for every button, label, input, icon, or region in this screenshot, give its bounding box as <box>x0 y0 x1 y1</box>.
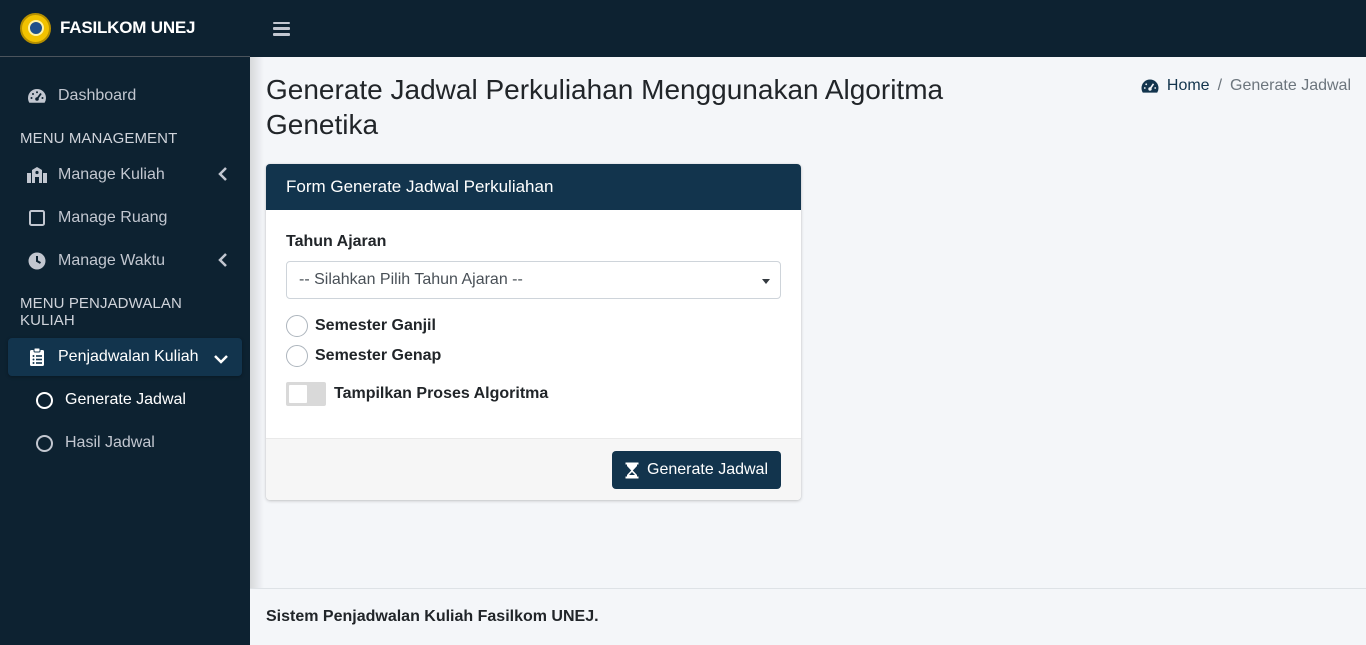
tampilkan-proses-row: Tampilkan Proses Algoritma <box>286 382 781 406</box>
breadcrumb: Home / Generate Jadwal <box>1140 77 1351 95</box>
generate-jadwal-button-label: Generate Jadwal <box>647 461 768 478</box>
hamburger-menu-icon[interactable] <box>273 21 290 36</box>
sidebar-item-dashboard[interactable]: Dashboard <box>8 77 242 115</box>
generate-form-card: Form Generate Jadwal Perkuliahan Tahun A… <box>266 164 801 500</box>
tahun-ajaran-label: Tahun Ajaran <box>286 233 387 250</box>
sidebar-item-label: Dashboard <box>58 87 137 104</box>
breadcrumb-current: Generate Jadwal <box>1230 77 1351 94</box>
semester-genap-option[interactable]: Semester Genap <box>286 341 781 371</box>
sidebar-nav: Dashboard MENU MANAGEMENT Manage Kuliah … <box>0 57 250 462</box>
school-icon <box>26 164 48 186</box>
sidebar-item-manage-kuliah[interactable]: Manage Kuliah <box>8 156 242 194</box>
nav-header-penjadwalan: MENU PENJADWALAN KULIAH <box>20 295 182 329</box>
tahun-ajaran-selected: -- Silahkan Pilih Tahun Ajaran -- <box>299 271 523 288</box>
card-body: Tahun Ajaran -- Silahkan Pilih Tahun Aja… <box>266 210 801 438</box>
sidebar-item-manage-waktu[interactable]: Manage Waktu <box>8 242 242 280</box>
semester-ganjil-radio[interactable] <box>286 315 308 337</box>
breadcrumb-separator: / <box>1217 77 1223 94</box>
generate-jadwal-button[interactable]: Generate Jadwal <box>612 451 781 489</box>
tampilkan-proses-toggle[interactable] <box>286 382 326 406</box>
sidebar-item-label: Generate Jadwal <box>65 391 186 408</box>
sidebar-item-label: Penjadwalan Kuliah <box>58 348 199 365</box>
breadcrumb-home-label: Home <box>1166 77 1210 94</box>
brand[interactable]: FASILKOM UNEJ <box>0 0 250 57</box>
chevron-left-icon <box>218 253 228 272</box>
university-logo-icon <box>20 12 51 44</box>
semester-radio-group: Semester Ganjil Semester Genap <box>286 311 781 371</box>
semester-genap-label: Semester Genap <box>315 347 442 364</box>
footer-text: Sistem Penjadwalan Kuliah Fasilkom UNEJ. <box>266 608 599 625</box>
chevron-down-icon <box>214 351 228 369</box>
page-footer: Sistem Penjadwalan Kuliah Fasilkom UNEJ. <box>250 588 1366 645</box>
sidebar-subitem-generate-jadwal[interactable]: Generate Jadwal <box>8 381 242 419</box>
brand-name: FASILKOM UNEJ <box>60 18 196 37</box>
dropdown-caret-icon <box>762 279 770 284</box>
semester-ganjil-label: Semester Ganjil <box>315 317 436 334</box>
chevron-left-icon <box>218 167 228 186</box>
sidebar-item-label: Manage Kuliah <box>58 166 165 183</box>
square-icon <box>26 207 48 229</box>
sidebar-item-label: Manage Waktu <box>58 252 166 269</box>
hourglass-icon <box>625 462 639 478</box>
sidebar-item-label: Manage Ruang <box>58 209 168 226</box>
tampilkan-proses-label: Tampilkan Proses Algoritma <box>334 385 549 402</box>
sidebar-subitem-hasil-jadwal[interactable]: Hasil Jadwal <box>8 424 242 462</box>
tahun-ajaran-select[interactable]: -- Silahkan Pilih Tahun Ajaran -- <box>286 261 781 299</box>
semester-ganjil-option[interactable]: Semester Ganjil <box>286 311 781 341</box>
semester-genap-radio[interactable] <box>286 345 308 367</box>
card-header: Form Generate Jadwal Perkuliahan <box>266 164 801 210</box>
page-title: Generate Jadwal Perkuliahan Menggunakan … <box>266 74 944 140</box>
nav-header-management: MENU MANAGEMENT <box>20 130 178 147</box>
sidebar-item-manage-ruang[interactable]: Manage Ruang <box>8 199 242 237</box>
gauge-icon <box>1141 79 1159 93</box>
circle-icon <box>36 391 53 409</box>
tachometer-icon <box>26 85 48 107</box>
circle-icon <box>36 434 53 452</box>
clipboard-list-icon <box>26 346 48 368</box>
sidebar-item-penjadwalan-kuliah[interactable]: Penjadwalan Kuliah <box>8 338 242 376</box>
main-content: Generate Jadwal Perkuliahan Menggunakan … <box>250 57 1366 588</box>
clock-icon <box>26 250 48 272</box>
sidebar-item-label: Hasil Jadwal <box>65 434 155 451</box>
card-footer: Generate Jadwal <box>266 438 801 500</box>
sidebar: FASILKOM UNEJ Dashboard MENU MANAGEMENT … <box>0 0 250 645</box>
breadcrumb-home-link[interactable]: Home <box>1140 77 1210 95</box>
top-navbar <box>250 0 1366 57</box>
